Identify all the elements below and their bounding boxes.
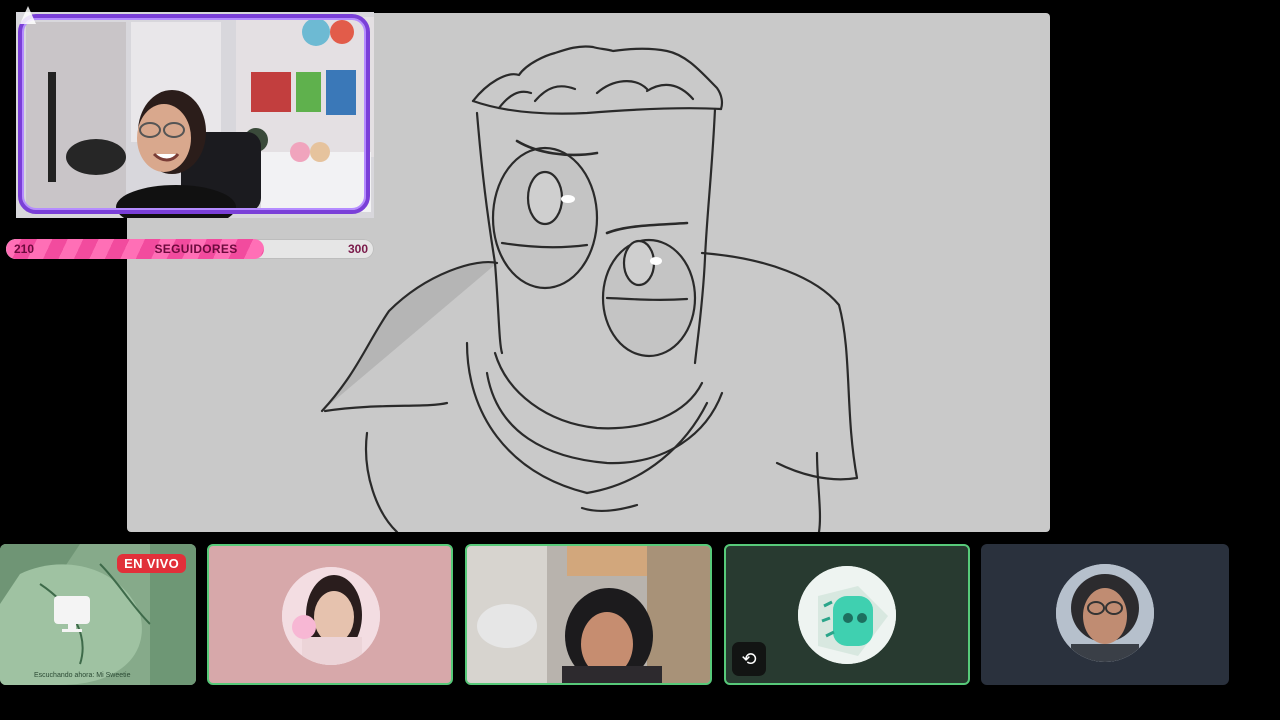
- follower-goal-bar: 210 SEGUIDORES 300: [6, 239, 374, 259]
- now-playing-caption: Escuchando ahora: Mi Sweetie: [34, 672, 131, 679]
- participant-video: [467, 546, 710, 683]
- live-badge: EN VIVO: [117, 554, 186, 573]
- webcam-frame: [18, 14, 370, 214]
- avatar: [1056, 564, 1154, 662]
- avatar: [798, 566, 896, 664]
- stream-icon: ⟲: [732, 642, 766, 676]
- participant-tile-5[interactable]: [981, 544, 1229, 685]
- follower-label: SEGUIDORES: [154, 242, 238, 256]
- participant-tile-2[interactable]: [207, 544, 453, 685]
- avatar-image: [1056, 564, 1154, 662]
- avatar-image: [798, 566, 896, 664]
- participant-tile-4[interactable]: ⟲: [724, 544, 970, 685]
- screen-share-icon: [54, 596, 90, 632]
- pointer-icon: [20, 6, 36, 24]
- avatar: [282, 567, 380, 665]
- follower-goal: 300: [347, 242, 368, 256]
- participant-tile-stream[interactable]: EN VIVO Escuchando ahora: Mi Sweetie: [0, 544, 196, 685]
- participant-tile-3[interactable]: [465, 544, 712, 685]
- avatar-image: [282, 567, 380, 665]
